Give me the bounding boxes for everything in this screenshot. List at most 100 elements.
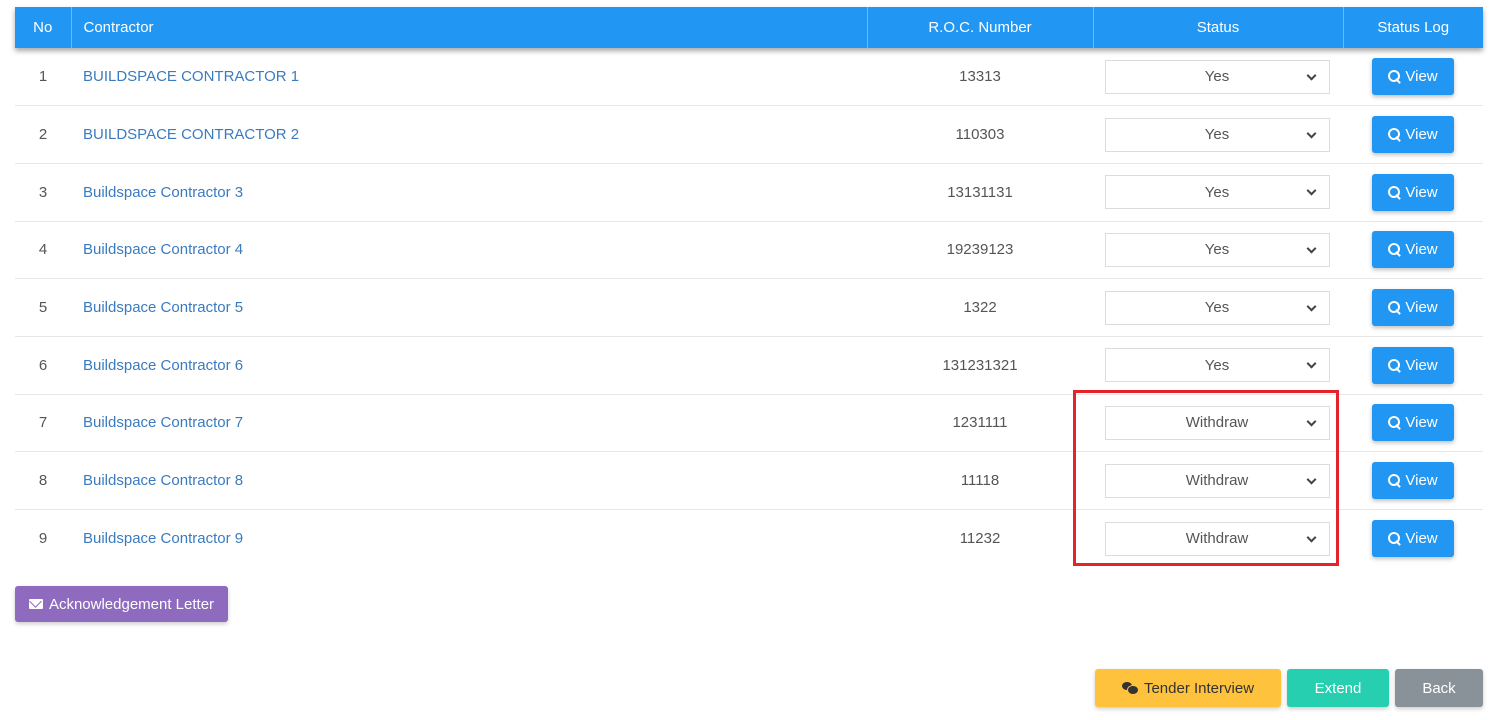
view-status-log-button[interactable]: View <box>1372 58 1454 96</box>
view-status-log-button[interactable]: View <box>1372 173 1454 211</box>
view-label: View <box>1405 126 1438 144</box>
acknowledgement-letter-button[interactable]: Acknowledgement Letter <box>15 586 228 622</box>
header-status: Status <box>1093 7 1344 48</box>
status-select-value: Yes <box>1204 356 1230 374</box>
table-row: 7 Buildspace Contractor 7 1231111 Withdraw V… <box>15 394 1483 452</box>
table-row: 5 Buildspace Contractor 5 1322 Yes View <box>15 279 1483 337</box>
header-roc-number: R.O.C. Number <box>867 7 1094 48</box>
view-status-log-button[interactable]: View <box>1372 462 1454 500</box>
view-status-log-button[interactable]: View <box>1372 404 1454 442</box>
extend-button[interactable]: Extend <box>1287 669 1389 707</box>
status-select-value: Withdraw <box>1185 414 1249 432</box>
view-status-log-button[interactable]: View <box>1372 289 1454 327</box>
status-select[interactable]: Yes <box>1104 117 1330 152</box>
contractor-link[interactable]: Buildspace Contractor 7 <box>83 414 243 431</box>
table-body: 1 BUILDSPACE CONTRACTOR 1 13313 Yes View 2 BUI… <box>15 48 1483 567</box>
row-number: 3 <box>38 183 48 201</box>
view-status-log-button[interactable]: View <box>1372 520 1454 558</box>
status-log-cell: View <box>1343 106 1483 164</box>
search-icon <box>1388 474 1401 487</box>
status-select[interactable]: Withdraw <box>1104 463 1330 498</box>
row-number: 1 <box>38 68 48 86</box>
status-log-cell: View <box>1343 163 1483 221</box>
status-cell: Yes <box>1093 106 1343 164</box>
header-no: No <box>15 7 72 48</box>
status-select[interactable]: Withdraw <box>1104 521 1330 556</box>
status-select[interactable]: Withdraw <box>1104 405 1330 440</box>
contractor-cell: Buildspace Contractor 6 <box>71 336 867 394</box>
roc-number: 1322 <box>963 299 997 317</box>
status-cell: Withdraw <box>1093 394 1343 452</box>
status-select[interactable]: Yes <box>1104 290 1330 325</box>
status-select[interactable]: Yes <box>1104 232 1330 267</box>
chevron-down-icon <box>1306 532 1316 543</box>
status-select[interactable]: Yes <box>1104 348 1330 383</box>
view-status-log-button[interactable]: View <box>1372 231 1454 269</box>
chevron-down-icon <box>1306 416 1316 427</box>
contractor-link[interactable]: Buildspace Contractor 4 <box>83 241 243 258</box>
row-number: 5 <box>38 299 48 317</box>
contractor-link[interactable]: Buildspace Contractor 5 <box>83 299 243 316</box>
view-label: View <box>1405 241 1438 259</box>
status-select[interactable]: Yes <box>1104 59 1330 94</box>
row-number: 8 <box>38 472 48 490</box>
contractor-cell: BUILDSPACE CONTRACTOR 2 <box>71 106 867 164</box>
row-number: 9 <box>38 530 48 548</box>
status-select[interactable]: Yes <box>1104 175 1330 210</box>
contractor-cell: Buildspace Contractor 3 <box>71 163 867 221</box>
search-icon <box>1388 358 1401 372</box>
view-label: View <box>1405 183 1438 201</box>
status-cell: Yes <box>1093 163 1343 221</box>
status-log-cell: View <box>1343 221 1483 279</box>
back-label: Back <box>1422 679 1456 697</box>
status-select-value: Yes <box>1204 126 1230 144</box>
view-status-log-button[interactable]: View <box>1372 116 1454 154</box>
row-number: 6 <box>38 356 48 374</box>
search-icon <box>1388 243 1401 256</box>
contractor-table-container: No Contractor R.O.C. Number Status Statu… <box>15 7 1483 567</box>
chevron-down-icon <box>1306 128 1316 139</box>
search-icon <box>1388 301 1401 314</box>
status-select-value: Yes <box>1204 68 1230 86</box>
view-label: View <box>1405 299 1438 317</box>
chat-icon <box>1121 682 1139 695</box>
row-number: 2 <box>38 126 48 144</box>
contractor-cell: Buildspace Contractor 7 <box>71 394 867 452</box>
chevron-down-icon <box>1306 185 1316 196</box>
view-label: View <box>1405 472 1438 490</box>
contractor-link[interactable]: BUILDSPACE CONTRACTOR 2 <box>83 126 299 143</box>
view-label: View <box>1405 68 1438 86</box>
contractor-link[interactable]: Buildspace Contractor 9 <box>83 530 243 547</box>
table-row: 6 Buildspace Contractor 6 131231321 Yes View <box>15 336 1483 395</box>
contractor-link[interactable]: BUILDSPACE CONTRACTOR 1 <box>83 68 299 85</box>
contractor-link[interactable]: Buildspace Contractor 3 <box>83 184 243 201</box>
table-row: 2 BUILDSPACE CONTRACTOR 2 110303 Yes View <box>15 106 1483 164</box>
contractor-link[interactable]: Buildspace Contractor 6 <box>83 357 243 374</box>
row-number: 7 <box>38 414 48 432</box>
table-header: No Contractor R.O.C. Number Status Statu… <box>15 7 1483 48</box>
header-contractor: Contractor <box>71 7 868 48</box>
status-log-cell: View <box>1343 279 1483 337</box>
chevron-down-icon <box>1306 243 1316 254</box>
back-button[interactable]: Back <box>1395 669 1483 707</box>
extend-label: Extend <box>1314 679 1362 697</box>
contractor-cell: Buildspace Contractor 4 <box>71 221 867 279</box>
status-log-cell: View <box>1343 394 1483 452</box>
search-icon <box>1388 416 1401 429</box>
status-log-cell: View <box>1343 452 1483 510</box>
search-icon <box>1388 185 1401 199</box>
table-header-row: No Contractor R.O.C. Number Status Statu… <box>15 7 1483 48</box>
contractor-cell: Buildspace Contractor 9 <box>71 510 867 568</box>
status-cell: Withdraw <box>1093 452 1343 510</box>
tender-interview-button[interactable]: Tender Interview <box>1095 669 1281 707</box>
roc-number: 13131131 <box>947 183 1013 201</box>
contractor-link[interactable]: Buildspace Contractor 8 <box>83 472 243 489</box>
roc-number: 11232 <box>959 530 1001 548</box>
status-cell: Yes <box>1093 48 1343 106</box>
table-row: 4 Buildspace Contractor 4 19239123 Yes View <box>15 221 1483 279</box>
tender-interview-label: Tender Interview <box>1143 679 1255 697</box>
chevron-down-icon <box>1306 474 1316 485</box>
view-status-log-button[interactable]: View <box>1372 346 1454 384</box>
header-status-log: Status Log <box>1377 19 1450 36</box>
status-cell: Yes <box>1093 336 1343 394</box>
